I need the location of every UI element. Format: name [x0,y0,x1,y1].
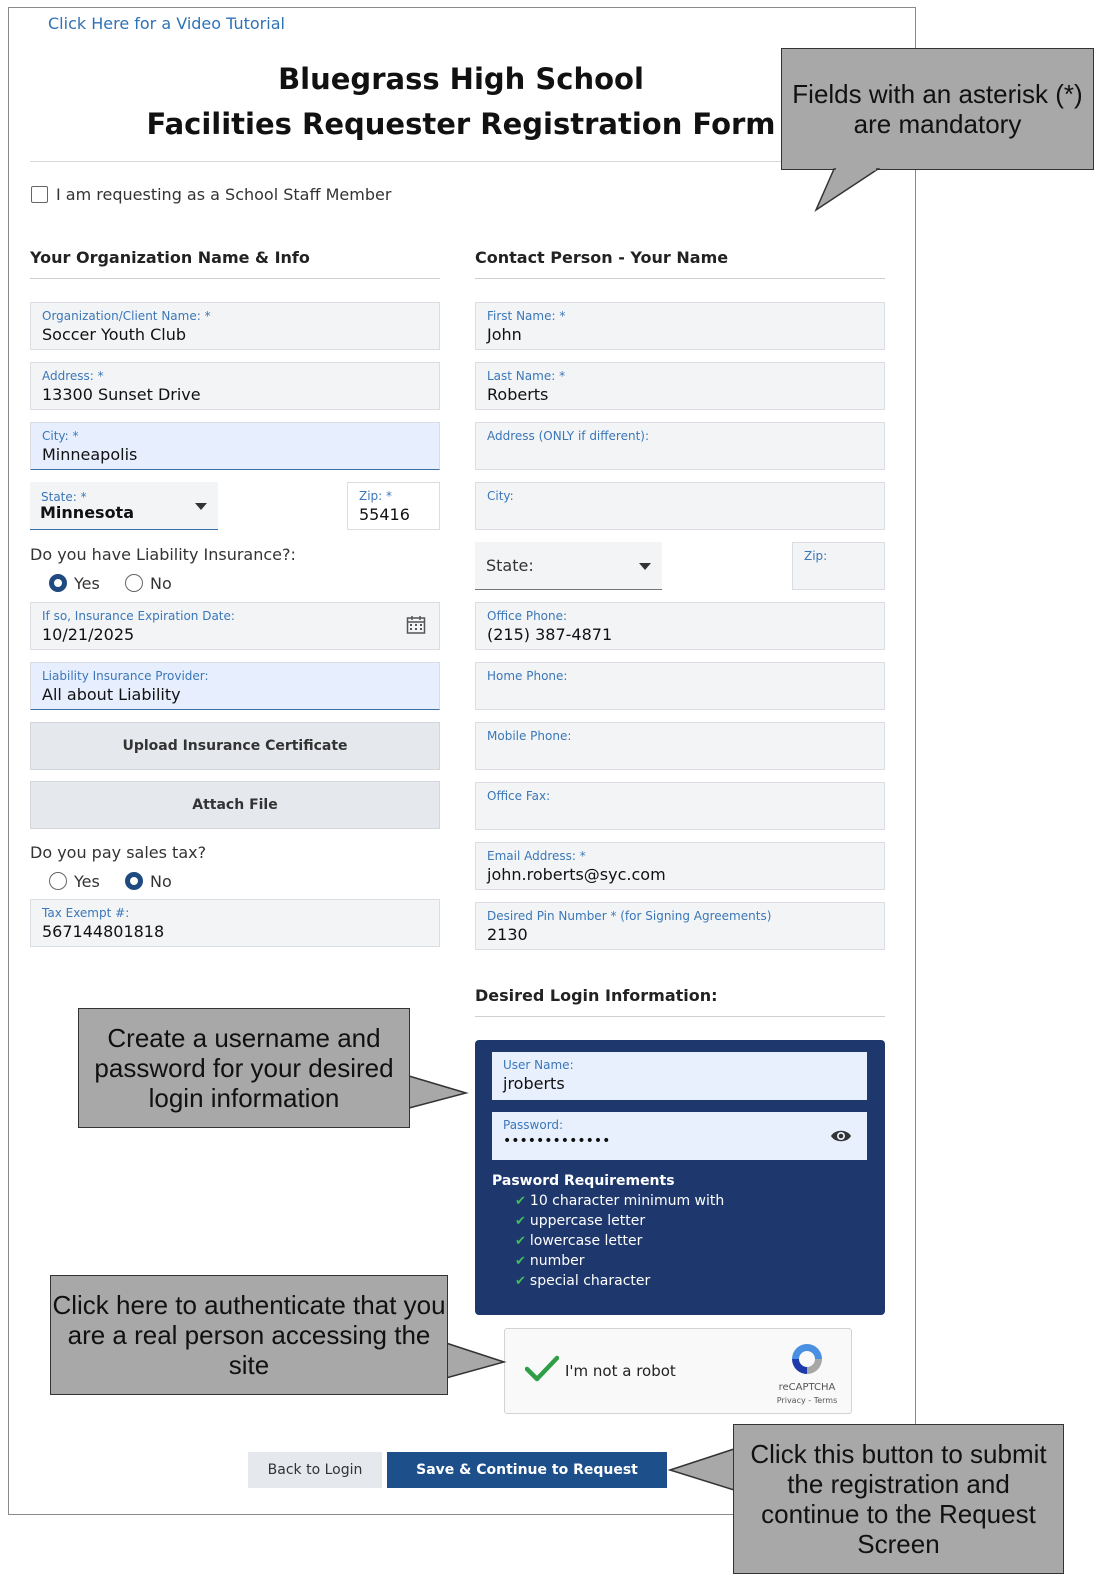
captcha-callout: Click here to authenticate that you are … [50,1275,448,1395]
callout-text: Click here to authenticate that you are … [52,1290,446,1380]
callout-text: Click this button to submit the registra… [750,1439,1047,1559]
callout-text: Create a username and password for your … [94,1023,394,1113]
submit-callout: Click this button to submit the registra… [733,1424,1064,1574]
login-info-callout: Create a username and password for your … [78,1008,410,1128]
